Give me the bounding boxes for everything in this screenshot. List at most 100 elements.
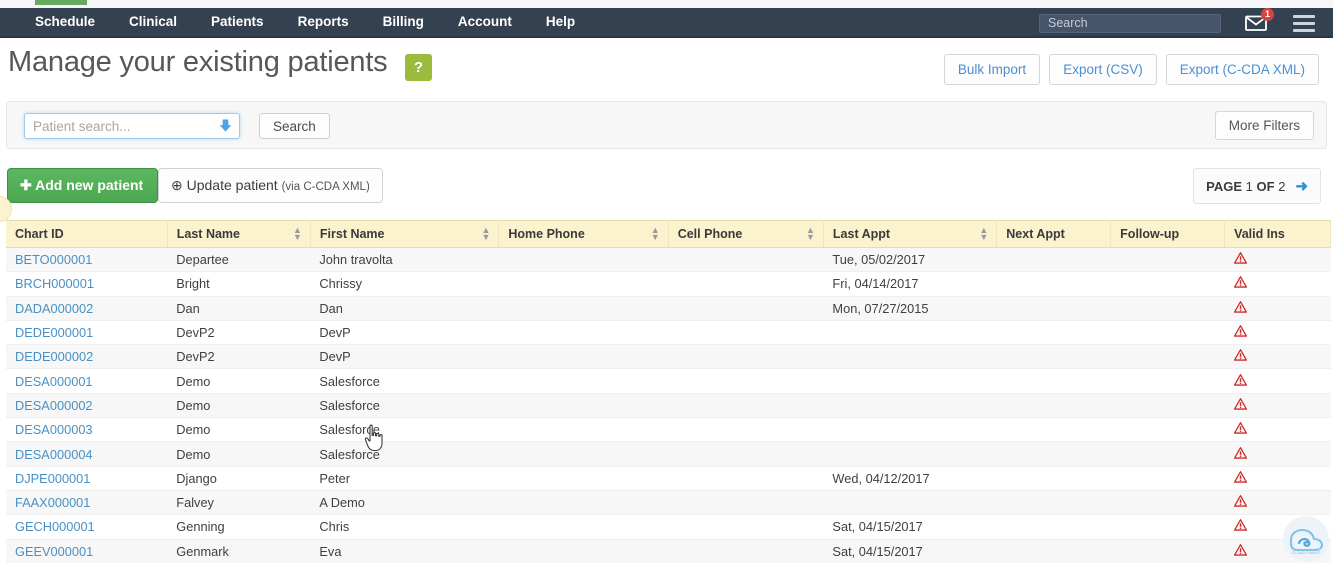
table-row[interactable]: BRCH000001 Bright Chrissy Fri, 04/14/2017: [6, 271, 1331, 297]
cell-valid-ins[interactable]: [1224, 344, 1331, 370]
table-row[interactable]: DESA000004 Demo Salesforce: [6, 441, 1331, 467]
sort-icon[interactable]: ▲ ▼: [481, 226, 490, 242]
chart-id-link[interactable]: DEDE000002: [15, 349, 93, 364]
cell-chart-id[interactable]: DESA000002: [6, 393, 168, 419]
chart-id-link[interactable]: BETO000001: [15, 252, 92, 267]
cell-valid-ins[interactable]: [1224, 417, 1331, 443]
nav-item-help[interactable]: Help: [529, 7, 592, 37]
table-row[interactable]: DEDE000002 DevP2 DevP: [6, 344, 1331, 370]
table-row[interactable]: DJPE000001 Django Peter Wed, 04/12/2017: [6, 466, 1331, 491]
warning-icon[interactable]: [1233, 446, 1247, 459]
export-ccda-xml-button[interactable]: Export (C-CDA XML): [1165, 54, 1319, 85]
sort-icon[interactable]: ▲ ▼: [651, 226, 660, 242]
chart-id-link[interactable]: DESA000004: [15, 447, 93, 462]
column-header-next-appt[interactable]: Next Appt: [996, 220, 1112, 248]
cell-valid-ins[interactable]: [1224, 296, 1331, 321]
warning-icon[interactable]: [1233, 349, 1247, 362]
chart-id-link[interactable]: DJPE000001: [15, 471, 90, 486]
table-row[interactable]: DESA000002 Demo Salesforce: [6, 393, 1331, 419]
add-new-patient-button[interactable]: ✚ Add new patient: [7, 168, 159, 203]
warning-icon[interactable]: [1233, 495, 1247, 507]
chart-id-link[interactable]: DESA000002: [15, 398, 93, 413]
search-button[interactable]: Search: [259, 113, 330, 139]
warning-icon[interactable]: [1233, 422, 1247, 434]
chart-id-link[interactable]: DEDE000001: [15, 325, 93, 340]
chart-id-link[interactable]: FAAX000001: [15, 495, 90, 510]
nav-item-reports[interactable]: Reports: [281, 7, 366, 37]
column-header-first-name[interactable]: First Name ▲ ▼: [310, 220, 500, 248]
cell-chart-id[interactable]: FAAX000001: [6, 490, 168, 516]
cell-chart-id[interactable]: DJPE000001: [6, 466, 168, 491]
column-header-cell-phone[interactable]: Cell Phone ▲ ▼: [668, 220, 824, 248]
cell-next-appt: [996, 368, 1111, 394]
cell-chart-id[interactable]: BRCH000001: [6, 271, 168, 297]
table-row[interactable]: DADA000002 Dan Dan Mon, 07/27/2015: [6, 296, 1331, 321]
cell-chart-id[interactable]: BETO000001: [6, 247, 168, 273]
nav-item-schedule[interactable]: Schedule: [18, 7, 112, 37]
table-row[interactable]: DESA000003 Demo Salesforce: [6, 417, 1331, 443]
cell-valid-ins[interactable]: [1224, 247, 1331, 273]
sort-icon[interactable]: ▲ ▼: [806, 226, 815, 242]
arrow-right-icon[interactable]: ➜: [1295, 177, 1308, 195]
warning-icon[interactable]: [1233, 543, 1247, 556]
cell-valid-ins[interactable]: [1224, 393, 1331, 419]
pagination-control[interactable]: PAGE 1 OF 2 ➜: [1193, 168, 1321, 204]
warning-icon[interactable]: [1233, 519, 1247, 532]
nav-item-billing[interactable]: Billing: [366, 7, 441, 37]
more-filters-button[interactable]: More Filters: [1214, 111, 1314, 140]
cell-valid-ins[interactable]: [1224, 466, 1331, 491]
column-header-chart-id[interactable]: Chart ID: [6, 220, 168, 248]
column-header-follow-up[interactable]: Follow-up: [1110, 220, 1226, 248]
column-header-home-phone[interactable]: Home Phone ▲ ▼: [498, 220, 669, 248]
cell-chart-id[interactable]: GECH000001: [6, 514, 168, 540]
warning-icon[interactable]: [1233, 398, 1247, 410]
warning-icon[interactable]: [1233, 252, 1247, 264]
sort-icon[interactable]: ▲ ▼: [293, 226, 302, 242]
warning-icon[interactable]: [1233, 276, 1247, 289]
bulk-import-button[interactable]: Bulk Import: [943, 54, 1041, 85]
chart-id-link[interactable]: DESA000001: [15, 374, 93, 389]
page-header: Manage your existing patients ? Bulk Imp…: [0, 46, 1333, 94]
patient-search-input[interactable]: [24, 113, 240, 139]
table-row[interactable]: DEDE000001 DevP2 DevP: [6, 320, 1331, 346]
chart-id-link[interactable]: GEEV000001: [15, 544, 93, 559]
cell-chart-id[interactable]: DESA000004: [6, 441, 168, 467]
warning-icon[interactable]: [1233, 325, 1247, 337]
sort-icon[interactable]: ▲ ▼: [979, 226, 988, 242]
chart-id-link[interactable]: GECH000001: [15, 519, 95, 534]
help-icon[interactable]: ?: [405, 54, 432, 81]
warning-icon[interactable]: [1233, 470, 1247, 483]
warning-icon[interactable]: [1233, 373, 1247, 386]
cell-chart-id[interactable]: DEDE000002: [6, 344, 168, 370]
column-header-last-appt[interactable]: Last Appt ▲ ▼: [823, 220, 998, 248]
cell-chart-id[interactable]: DESA000003: [6, 417, 168, 443]
warning-icon[interactable]: [1233, 300, 1247, 313]
cell-chart-id[interactable]: DESA000001: [6, 368, 168, 394]
global-search-input[interactable]: [1039, 13, 1221, 33]
table-row[interactable]: GECH000001 Genning Chris Sat, 04/15/2017: [6, 514, 1331, 540]
cell-valid-ins[interactable]: [1224, 271, 1331, 297]
cell-chart-id[interactable]: DADA000002: [6, 296, 168, 321]
chart-id-link[interactable]: BRCH000001: [15, 276, 94, 291]
table-row[interactable]: BETO000001 Departee John travolta Tue, 05/0…: [6, 247, 1331, 273]
messages-button[interactable]: 1: [1243, 8, 1274, 38]
cell-valid-ins[interactable]: [1224, 368, 1331, 394]
column-header-last-name[interactable]: Last Name ▲ ▼: [167, 220, 311, 248]
cell-valid-ins[interactable]: [1224, 490, 1331, 516]
update-patient-button[interactable]: ⊕ Update patient (via C-CDA XML): [158, 168, 383, 203]
hamburger-menu-icon[interactable]: [1293, 8, 1315, 38]
table-row[interactable]: GEEV000001 Genmark Eva Sat, 04/15/2017: [6, 539, 1331, 563]
cell-chart-id[interactable]: GEEV000001: [6, 539, 168, 563]
chart-id-link[interactable]: DESA000003: [15, 422, 93, 437]
export-csv-button[interactable]: Export (CSV): [1049, 54, 1157, 85]
cell-valid-ins[interactable]: [1224, 441, 1331, 467]
cell-chart-id[interactable]: DEDE000001: [6, 320, 168, 346]
nav-item-account[interactable]: Account: [441, 7, 529, 37]
column-header-valid-ins[interactable]: Valid Ins: [1224, 220, 1331, 248]
chart-id-link[interactable]: DADA000002: [15, 301, 93, 316]
table-row[interactable]: DESA000001 Demo Salesforce: [6, 368, 1331, 394]
nav-item-clinical[interactable]: Clinical: [112, 7, 194, 37]
cell-valid-ins[interactable]: [1224, 320, 1331, 346]
nav-item-patients[interactable]: Patients: [194, 7, 281, 37]
table-row[interactable]: FAAX000001 Falvey A Demo: [6, 490, 1331, 516]
